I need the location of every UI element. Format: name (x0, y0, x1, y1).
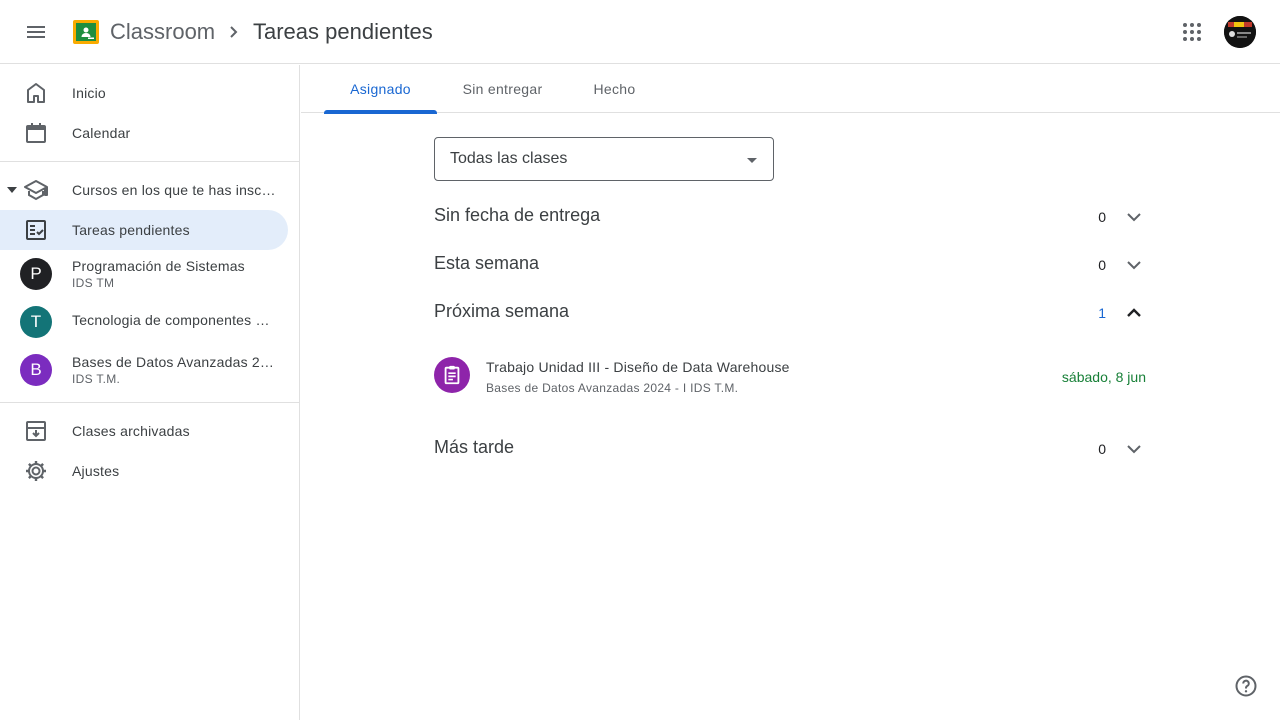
sidebar-item-inicio[interactable]: Inicio (0, 73, 288, 113)
archive-icon (26, 421, 46, 441)
sidebar-divider (0, 161, 300, 162)
task-item[interactable]: Trabajo Unidad III - Diseño de Data Ware… (434, 352, 1146, 404)
chevron-up-icon[interactable] (1122, 301, 1146, 325)
sidebar-item-label: Cursos en los que te has inscrito (72, 182, 278, 198)
caret-down-icon[interactable] (6, 186, 18, 194)
assignment-check-icon (26, 220, 46, 240)
sidebar-item-calendar[interactable]: Calendar (0, 113, 288, 153)
sidebar-item-label: Calendar (72, 125, 131, 141)
section-title: Próxima semana (434, 301, 570, 321)
home-icon (27, 83, 45, 103)
sidebar-course-programacion[interactable]: P Programación de Sistemas IDS TM (0, 250, 288, 298)
sidebar-item-archived[interactable]: Clases archivadas (0, 411, 288, 451)
hamburger-icon (27, 26, 45, 38)
section-title: Más tarde (434, 437, 515, 457)
course-avatar: P (20, 258, 52, 290)
course-avatar: B (20, 354, 52, 386)
course-avatar: T (20, 306, 52, 338)
task-title[interactable]: Trabajo Unidad III - Diseño de Data Ware… (486, 359, 790, 375)
chevron-down-icon[interactable] (1122, 205, 1146, 229)
app-header: Classroom Tareas pendientes (0, 0, 1280, 64)
tab-sin-entregar[interactable]: Sin entregar (447, 65, 558, 113)
course-name: Programación de Sistemas (72, 258, 245, 274)
course-name: Tecnologia de componentes web (72, 312, 278, 328)
course-name: Bases de Datos Avanzadas 2024 - I (72, 354, 278, 370)
gear-icon (26, 461, 46, 481)
task-due-date: sábado, 8 jun (1061, 369, 1146, 385)
section-count: 1 (1098, 305, 1106, 321)
assignment-icon (434, 357, 470, 393)
chevron-down-icon[interactable] (1122, 437, 1146, 461)
help-button[interactable] (1230, 670, 1262, 702)
class-filter-value: Todas las clases (450, 150, 568, 167)
google-apps-button[interactable] (1170, 10, 1214, 54)
sidebar-item-enrolled[interactable]: Cursos en los que te has inscrito (0, 170, 288, 210)
sidebar-item-label: Clases archivadas (72, 423, 190, 439)
apps-grid-icon (1183, 23, 1201, 41)
sidebar-item-label: Inicio (72, 85, 106, 101)
course-section: IDS TM (72, 276, 115, 290)
sidebar-item-label: Tareas pendientes (72, 222, 190, 238)
section-next-week[interactable]: Próxima semana 1 (434, 293, 1146, 333)
section-this-week[interactable]: Esta semana 0 (434, 245, 1146, 285)
page-title: Tareas pendientes (253, 19, 433, 44)
chevron-down-icon[interactable] (1122, 253, 1146, 277)
tab-bar: Asignado Sin entregar Hecho (301, 65, 1280, 114)
help-icon (1235, 675, 1257, 697)
sidebar-divider (0, 402, 300, 403)
sidebar-item-settings[interactable]: Ajustes (0, 451, 288, 491)
section-count: 0 (1098, 209, 1106, 225)
sidebar: Inicio Calendar Cursos en los que te has… (0, 65, 300, 720)
section-title: Esta semana (434, 253, 540, 273)
sidebar-item-todo[interactable]: Tareas pendientes (0, 210, 288, 250)
avatar-image-icon (1224, 16, 1256, 48)
school-icon (24, 180, 48, 201)
classroom-logo-icon[interactable] (73, 20, 99, 44)
section-title: Sin fecha de entrega (434, 205, 601, 225)
calendar-icon (26, 123, 46, 143)
tab-hecho[interactable]: Hecho (568, 65, 661, 113)
sidebar-course-tecnologia[interactable]: T Tecnologia de componentes web (0, 298, 288, 346)
class-filter-select[interactable]: Todas las clases (434, 137, 774, 181)
main-menu-button[interactable] (12, 8, 60, 56)
course-section: IDS T.M. (72, 372, 121, 386)
section-count: 0 (1098, 257, 1106, 273)
tab-asignado[interactable]: Asignado (324, 65, 437, 114)
breadcrumb-chevron-icon (230, 26, 238, 38)
sidebar-item-label: Ajustes (72, 463, 120, 479)
account-avatar[interactable] (1224, 16, 1256, 48)
sidebar-course-bases-datos[interactable]: B Bases de Datos Avanzadas 2024 - I IDS … (0, 346, 288, 394)
dropdown-arrow-icon (747, 158, 757, 163)
section-later[interactable]: Más tarde 0 (434, 429, 1146, 469)
app-title[interactable]: Classroom (110, 17, 215, 47)
task-class: Bases de Datos Avanzadas 2024 - I IDS T.… (486, 381, 739, 395)
section-count: 0 (1098, 441, 1106, 457)
section-no-due-date[interactable]: Sin fecha de entrega 0 (434, 197, 1146, 237)
